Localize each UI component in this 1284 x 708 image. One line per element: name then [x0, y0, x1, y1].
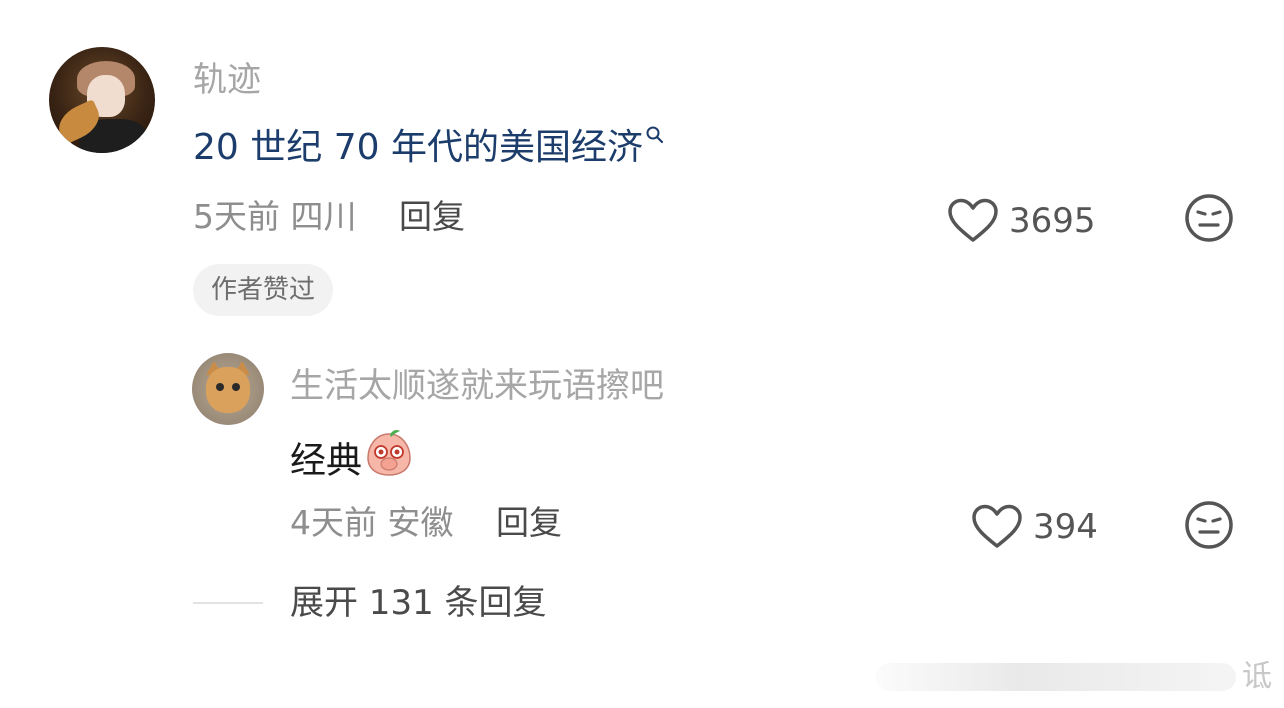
watermark-logo	[876, 663, 1236, 691]
reply-like-count: 394	[1033, 507, 1098, 547]
reply-like-button[interactable]: 394	[971, 504, 1098, 550]
search-icon[interactable]	[645, 112, 665, 156]
like-count: 3695	[1009, 201, 1096, 241]
user-avatar[interactable]	[49, 47, 155, 153]
comment-meta: 5天前 四川 回复	[193, 197, 465, 237]
watermark-text: 诋	[1242, 659, 1272, 694]
reply-button[interactable]: 回复	[399, 197, 465, 236]
reply-user-avatar[interactable]	[192, 353, 264, 425]
cat-eye-left	[216, 383, 224, 391]
cat-eye-right	[232, 383, 240, 391]
peach-face-sticker	[364, 428, 414, 489]
watermark: 诋	[870, 655, 1284, 699]
reply-reply-button[interactable]: 回复	[496, 503, 562, 542]
reply-text-content[interactable]: 经典	[290, 441, 362, 482]
reply-meta: 4天前 安徽 回复	[290, 503, 562, 543]
like-button[interactable]: 3695	[947, 198, 1096, 244]
comment-text-content[interactable]: 20 世纪 70 年代的美国经济	[193, 127, 643, 168]
heart-icon	[948, 198, 998, 242]
comment-time: 5天前	[193, 197, 280, 236]
reply-username[interactable]: 生活太顺遂就来玩语擦吧	[290, 366, 664, 406]
expand-divider	[193, 602, 263, 604]
comment-username[interactable]: 轨迹	[193, 60, 261, 100]
reply-dislike-face-icon[interactable]	[1184, 500, 1234, 554]
dislike-face-icon[interactable]	[1184, 193, 1234, 247]
comment-location: 四川	[290, 197, 357, 236]
heart-icon	[972, 504, 1022, 548]
expand-replies-button[interactable]: 展开 131 条回复	[290, 582, 547, 624]
cat-head	[206, 367, 250, 413]
reply-location: 安徽	[387, 503, 454, 542]
author-liked-badge: 作者赞过	[193, 264, 334, 316]
comment-text[interactable]: 20 世纪 70 年代的美国经济	[193, 126, 665, 170]
reply-text[interactable]: 经典	[290, 430, 414, 493]
reply-time: 4天前	[290, 503, 377, 542]
